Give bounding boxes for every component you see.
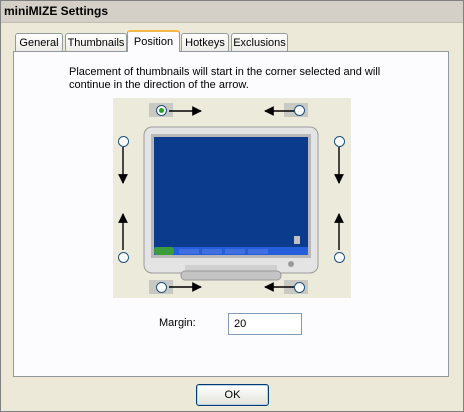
ok-button[interactable]: OK (196, 384, 269, 406)
start-button (154, 247, 174, 255)
radio-top-right-horizontal[interactable] (294, 105, 305, 116)
margin-label: Margin: (159, 317, 196, 329)
radio-top-left-horizontal[interactable] (156, 105, 167, 116)
margin-input[interactable]: 20 (228, 313, 302, 335)
monitor-screen (154, 137, 308, 255)
radio-bottom-left-horizontal[interactable] (156, 282, 167, 293)
position-diagram (113, 98, 351, 298)
radio-bottom-right-vertical[interactable] (334, 252, 345, 263)
recycle-bin-icon (294, 236, 300, 244)
radio-bottom-right-horizontal[interactable] (294, 282, 305, 293)
tab-general[interactable]: General (15, 33, 63, 51)
monitor-illustration (118, 103, 344, 294)
radio-top-left-vertical[interactable] (118, 136, 129, 147)
radio-bottom-left-vertical[interactable] (118, 252, 129, 263)
window-title: miniMIZE Settings (4, 4, 109, 18)
tab-exclusions[interactable]: Exclusions (231, 33, 288, 51)
radio-top-right-vertical[interactable] (334, 136, 345, 147)
settings-window: miniMIZE Settings General Thumbnails Pos… (0, 0, 464, 412)
tab-thumbnails[interactable]: Thumbnails (65, 33, 127, 51)
placement-description: Placement of thumbnails will start in th… (69, 66, 381, 91)
title-bar[interactable]: miniMIZE Settings (1, 1, 463, 23)
tab-hotkeys[interactable]: Hotkeys (181, 33, 229, 51)
tab-position[interactable]: Position (127, 30, 180, 52)
